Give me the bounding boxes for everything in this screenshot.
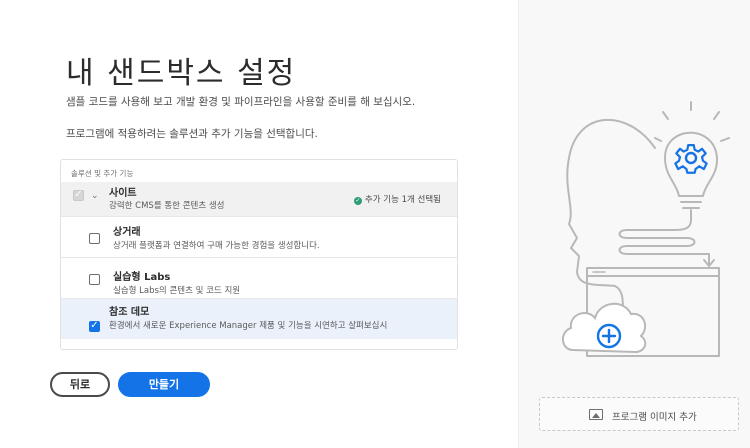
status-badge: ✓ 추가 기능 1개 선택됨 (353, 193, 441, 205)
sites-description: 강력한 CMS를 통한 콘텐츠 생성 (109, 201, 225, 211)
cloud-plus-icon (562, 303, 647, 354)
commerce-checkbox[interactable] (89, 233, 100, 244)
sites-title: 사이트 (109, 188, 137, 199)
main-panel: 내 샌드박스 설정 샘플 코드를 사용해 보고 개발 환경 및 파이프라인을 사… (0, 0, 518, 448)
labs-title: 실습형 Labs (113, 272, 171, 283)
image-icon (589, 409, 603, 420)
add-program-image-button[interactable]: 프로그램 이미지 추가 (539, 397, 739, 431)
panel-header: 솔루션 및 추가 기능 (71, 169, 134, 178)
commerce-description: 상거래 플랫폼과 연결하여 구매 가능한 경험을 생성합니다. (113, 241, 320, 251)
commerce-title: 상거래 (113, 227, 141, 238)
side-panel: 프로그램 이미지 추가 (518, 0, 750, 448)
add-image-label: 프로그램 이미지 추가 (612, 412, 697, 423)
back-button[interactable]: 뒤로 (50, 372, 110, 397)
chevron-down-icon[interactable]: ⌄ (91, 191, 99, 201)
reference-demo-description: 환경에서 새로운 Experience Manager 제품 및 기능을 시연하… (109, 321, 388, 331)
addon-row-labs[interactable]: 실습형 Labs 실습형 Labs의 콘텐츠 및 코드 지원 (61, 257, 457, 298)
check-circle-icon: ✓ (353, 197, 362, 205)
instruction-text: 프로그램에 적용하려는 솔루션과 추가 기능을 선택합니다. (66, 128, 318, 140)
badge-text: 추가 기능 1개 선택됨 (364, 195, 441, 205)
addon-row-reference-demo[interactable]: ✓ 참조 데모 환경에서 새로운 Experience Manager 제품 및… (61, 298, 457, 339)
labs-description: 실습형 Labs의 콘텐츠 및 코드 지원 (113, 286, 241, 296)
labs-checkbox[interactable] (89, 274, 100, 285)
solutions-panel: 솔루션 및 추가 기능 ✓ ⌄ 사이트 강력한 CMS를 통한 콘텐츠 생성 ✓… (60, 159, 458, 350)
lightbulb-gear-illustration (562, 101, 730, 357)
page-subtitle: 샘플 코드를 사용해 보고 개발 환경 및 파이프라인을 사용할 준비를 해 보… (66, 96, 416, 108)
reference-demo-checkbox[interactable]: ✓ (89, 320, 100, 332)
addon-row-commerce[interactable]: 상거래 상거래 플랫폼과 연결하여 구매 가능한 경험을 생성합니다. (61, 216, 457, 257)
page-title: 내 샌드박스 설정 (66, 56, 297, 91)
create-button[interactable]: 만들기 (118, 372, 210, 397)
sites-checkbox[interactable]: ✓ (73, 189, 84, 201)
reference-demo-title: 참조 데모 (109, 307, 150, 318)
solution-row-sites[interactable]: ✓ ⌄ 사이트 강력한 CMS를 통한 콘텐츠 생성 ✓ 추가 기능 1개 선택됨 (61, 182, 457, 216)
